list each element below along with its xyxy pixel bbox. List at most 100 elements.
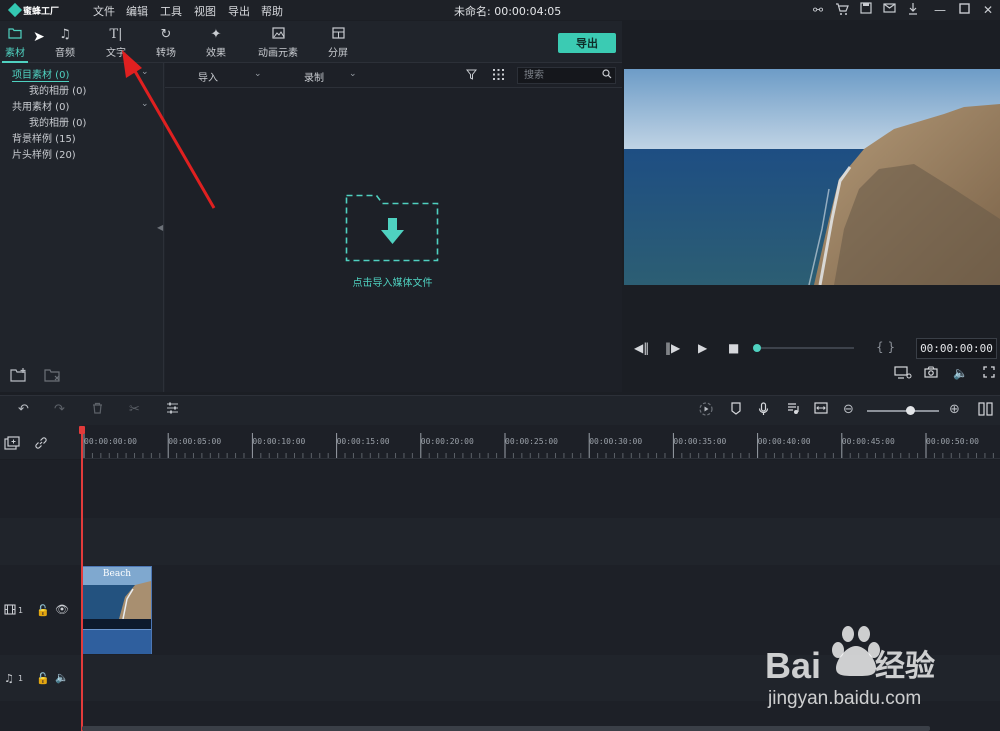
tab-transition[interactable]: ↻ 转场 bbox=[141, 21, 191, 63]
tree-item-intro-samples[interactable]: 片头样例 (20) bbox=[12, 146, 76, 161]
tree-item-project-media[interactable]: 项目素材 (0) bbox=[12, 66, 70, 82]
logo-text: 蜜蜂工厂 bbox=[23, 6, 60, 17]
tab-animation-elements[interactable]: 动画元素 bbox=[252, 21, 304, 63]
fullscreen-icon[interactable] bbox=[983, 366, 995, 381]
mark-in-out[interactable]: { } bbox=[876, 340, 895, 354]
volume-icon[interactable]: 🔈 bbox=[953, 366, 968, 380]
menu-file[interactable]: 文件 bbox=[93, 3, 115, 19]
chevron-down-icon[interactable]: ⌄ bbox=[254, 69, 262, 79]
render-icon[interactable] bbox=[699, 402, 713, 420]
project-title: 未命名: 00:00:04:05 bbox=[454, 5, 562, 18]
tab-label: 素材 bbox=[5, 48, 25, 59]
import-media-label[interactable]: 点击导入媒体文件 bbox=[320, 274, 465, 289]
tab-label: 效果 bbox=[206, 48, 226, 59]
new-folder-icon[interactable] bbox=[10, 368, 28, 386]
clip-audio-waveform bbox=[83, 629, 151, 654]
import-folder-icon bbox=[345, 194, 439, 262]
ruler-tick-label: 00:00:45:00 bbox=[841, 437, 895, 446]
user-icon[interactable]: ⚯ bbox=[810, 2, 826, 18]
chevron-down-icon[interactable]: ⌄ bbox=[141, 67, 149, 77]
maximize-icon[interactable] bbox=[956, 2, 972, 18]
add-track-icon[interactable] bbox=[4, 436, 20, 453]
export-button[interactable]: 导出 bbox=[558, 33, 616, 53]
menu-export[interactable]: 导出 bbox=[228, 3, 250, 19]
menu-help[interactable]: 帮助 bbox=[261, 3, 283, 19]
zoom-slider[interactable] bbox=[867, 410, 939, 412]
marker-icon[interactable] bbox=[731, 402, 741, 419]
tree-item-background-samples[interactable]: 背景样例 (15) bbox=[12, 130, 76, 145]
ruler-tick-label: 00:00:20:00 bbox=[420, 437, 474, 446]
import-dropdown[interactable]: 导入 bbox=[198, 69, 218, 84]
fit-timeline-icon[interactable] bbox=[814, 402, 828, 418]
link-icon[interactable] bbox=[34, 436, 48, 453]
mail-icon[interactable] bbox=[881, 2, 897, 18]
video-track-icon bbox=[4, 604, 16, 618]
transition-icon: ↻ bbox=[160, 27, 172, 42]
zoom-out-icon[interactable]: ⊖ bbox=[843, 402, 854, 417]
play-icon[interactable]: ▶ bbox=[698, 341, 707, 355]
speaker-icon[interactable]: 🔈 bbox=[55, 671, 69, 684]
close-icon[interactable]: ✕ bbox=[980, 2, 996, 18]
app-logo: 蜜蜂工厂 bbox=[7, 2, 68, 18]
redo-icon[interactable]: ↷ bbox=[54, 402, 65, 417]
cart-icon[interactable] bbox=[834, 2, 850, 18]
scrubber-handle[interactable] bbox=[753, 344, 761, 352]
previous-frame-icon[interactable]: ◀‖ bbox=[634, 341, 649, 355]
zoom-slider-handle[interactable] bbox=[906, 406, 915, 415]
ruler-tick-label: 00:00:40:00 bbox=[757, 437, 811, 446]
menu-view[interactable]: 视图 bbox=[194, 3, 216, 19]
tab-split-screen[interactable]: 分屏 bbox=[313, 21, 363, 63]
download-icon[interactable] bbox=[905, 2, 921, 18]
record-dropdown[interactable]: 录制 bbox=[304, 69, 324, 84]
playhead[interactable] bbox=[81, 426, 83, 731]
preview-scrubber[interactable] bbox=[757, 347, 854, 349]
stop-icon[interactable]: ■ bbox=[728, 341, 739, 355]
preview-timecode: 00:00:00:00 bbox=[916, 338, 997, 359]
tab-label: 音频 bbox=[55, 48, 75, 59]
baidu-paw-logo: Bai 经验 jingyan.baidu.com bbox=[765, 626, 935, 709]
tab-text[interactable]: T| 文字 bbox=[91, 21, 141, 63]
filter-icon[interactable] bbox=[465, 69, 478, 83]
music-note-icon: ♫ bbox=[59, 27, 71, 42]
collapse-panel-icon[interactable]: ◀ bbox=[157, 223, 163, 232]
undo-icon[interactable]: ↶ bbox=[18, 402, 29, 417]
audio-track-icon: ♫ bbox=[4, 672, 14, 685]
snapshot-icon[interactable] bbox=[924, 366, 938, 381]
chevron-down-icon[interactable]: ⌄ bbox=[349, 69, 357, 79]
zoom-in-icon[interactable]: ⊕ bbox=[949, 402, 960, 417]
delete-icon[interactable] bbox=[92, 402, 103, 418]
minimize-icon[interactable]: — bbox=[932, 2, 948, 18]
playhead-handle[interactable] bbox=[79, 426, 85, 434]
menu-tools[interactable]: 工具 bbox=[160, 3, 182, 19]
grid-view-icon[interactable] bbox=[493, 69, 504, 83]
search-icon[interactable] bbox=[602, 69, 612, 82]
lock-icon[interactable]: 🔓 bbox=[36, 672, 50, 685]
timeline-scrollbar[interactable] bbox=[82, 726, 930, 731]
tree-item-my-album-2[interactable]: 我的相册 (0) bbox=[29, 114, 86, 129]
menu-edit[interactable]: 编辑 bbox=[126, 3, 148, 19]
tree-item-my-album[interactable]: 我的相册 (0) bbox=[29, 82, 86, 97]
chevron-down-icon[interactable]: ⌄ bbox=[141, 99, 149, 109]
delete-folder-icon[interactable] bbox=[44, 368, 62, 386]
effects-icon: ✦ bbox=[210, 27, 222, 42]
audio-track-number: 1 bbox=[18, 674, 24, 683]
tab-audio[interactable]: ♫ 音频 bbox=[40, 21, 90, 63]
next-frame-icon[interactable]: ‖▶ bbox=[665, 341, 680, 355]
import-media-dropzone[interactable] bbox=[345, 194, 440, 262]
adjust-icon[interactable] bbox=[166, 402, 179, 418]
tab-effects[interactable]: ✦ 效果 bbox=[191, 21, 241, 63]
voiceover-icon[interactable] bbox=[787, 402, 799, 419]
tree-item-shared-media[interactable]: 共用素材 (0) bbox=[12, 98, 69, 113]
microphone-icon[interactable] bbox=[758, 402, 769, 420]
display-settings-icon[interactable] bbox=[894, 366, 912, 382]
video-clip-beach[interactable] bbox=[82, 566, 152, 654]
lock-icon[interactable]: 🔓 bbox=[36, 604, 50, 617]
track-layout-icon[interactable] bbox=[978, 402, 993, 420]
cut-icon[interactable]: ✂ bbox=[129, 402, 140, 417]
tab-label: 转场 bbox=[156, 48, 176, 59]
tab-label: 文字 bbox=[106, 48, 126, 59]
eye-icon[interactable]: 👁 bbox=[55, 603, 69, 616]
save-icon[interactable] bbox=[858, 2, 874, 18]
svg-text:经验: 经验 bbox=[875, 649, 935, 684]
svg-text:Bai: Bai bbox=[765, 645, 821, 686]
